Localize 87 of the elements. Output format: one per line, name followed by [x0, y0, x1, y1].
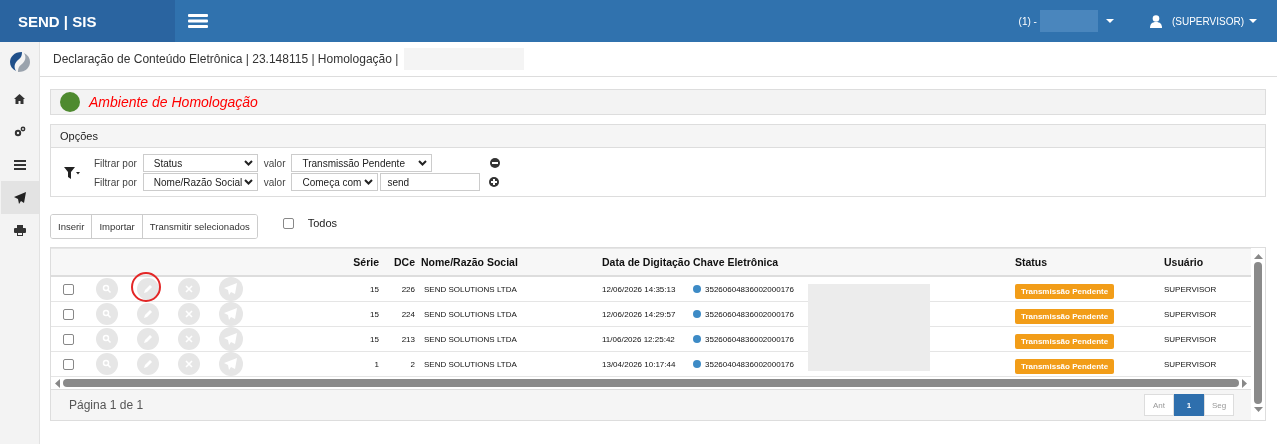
table-cell-text: SEND SOLUTIONS LTDA [423, 309, 518, 319]
arrow-left-icon[interactable] [55, 378, 60, 388]
toolbar-button[interactable]: Inserir [51, 215, 93, 238]
arrow-right-icon[interactable] [1242, 378, 1247, 388]
status-dot-icon [693, 335, 701, 343]
page-title: Declaração de Conteúdo Eletrônica | 23.148115 | Homologação | [53, 52, 399, 66]
column-header: Usuário [1163, 256, 1205, 268]
table-cell-text: SUPERVISOR [1163, 309, 1218, 319]
checkbox-label: Todos [307, 216, 338, 229]
page-info: Página 1 de 1 [69, 398, 144, 412]
user-icon[interactable] [1149, 14, 1162, 28]
table-cell-text: SUPERVISOR [1163, 284, 1218, 294]
table-cell-text: SEND SOLUTIONS LTDA [423, 359, 518, 369]
company-selector[interactable]: (1) - [1018, 15, 1037, 27]
operator-select[interactable]: Transmissão Pendente [291, 154, 433, 172]
status-badge: Transmissão Pendente [1015, 284, 1115, 299]
user-menu[interactable]: (SUPERVISOR) [1171, 15, 1244, 27]
status-dot-icon [693, 285, 701, 293]
filter-label: Filtrar por [94, 176, 137, 188]
status-badge: Transmissão Pendente [1015, 334, 1115, 349]
list-icon[interactable] [13, 159, 26, 170]
row-checkbox[interactable] [63, 283, 74, 295]
table-cell-text: 2 [409, 359, 415, 369]
column-header: DCe [393, 256, 415, 268]
table-cell-text: 15 [369, 334, 379, 344]
column-header: Nome/Razão Social [420, 256, 519, 268]
chevron-down-icon[interactable] [243, 160, 253, 166]
table-cell-text: 12/06/2026 14:35:13 [602, 284, 677, 294]
table-cell-text: SEND SOLUTIONS LTDA [423, 334, 518, 344]
column-header: Série [352, 256, 379, 268]
table-cell-text: SEND SOLUTIONS LTDA [423, 284, 518, 294]
pencil-icon[interactable] [137, 278, 159, 300]
table-cell: 35260404836002000176 [705, 359, 794, 369]
table-cell-text: 13/04/2026 10:17:44 [602, 359, 677, 369]
table-cell: 35260604836002000176 [705, 284, 794, 294]
brand-title: SEND | SIS [0, 0, 175, 42]
sidebar-item[interactable] [0, 181, 39, 214]
value-label: valor [263, 157, 286, 169]
environment-label: Ambiente de Homologação [89, 94, 258, 110]
status-badge: Transmissão Pendente [1015, 359, 1115, 374]
redacted-area [1039, 10, 1098, 32]
column-header: Data de Digitação [602, 256, 692, 268]
row-checkbox[interactable] [63, 358, 74, 370]
table-cell-text: 226 [400, 284, 415, 294]
value-label: valor [263, 176, 286, 188]
status-dot-icon [693, 360, 701, 368]
table-cell-text: 11/06/2026 12:25:42 [602, 334, 676, 344]
field-select[interactable]: Status [142, 154, 258, 172]
caret-icon[interactable] [1105, 19, 1114, 23]
pagination-button[interactable]: 1 [1174, 394, 1204, 416]
checkbox[interactable] [282, 218, 294, 229]
operator-select[interactable]: Começa com [291, 173, 379, 191]
printer-icon[interactable] [13, 225, 26, 236]
chevron-down-icon[interactable] [243, 179, 253, 185]
field-select[interactable]: Nome/Razão Social [142, 173, 258, 191]
value-input[interactable]: send [380, 173, 481, 191]
menu-icon[interactable] [188, 14, 208, 28]
arrow-up-icon[interactable] [1253, 254, 1263, 259]
column-header: Chave Eletrônica [693, 256, 780, 268]
chevron-down-icon[interactable] [418, 160, 428, 166]
table-cell-text: 224 [400, 309, 415, 319]
gears-icon[interactable] [13, 126, 26, 137]
column-header: Status [1014, 256, 1049, 268]
remove-icon[interactable] [490, 158, 501, 168]
table-cell-text: 1 [373, 359, 379, 369]
table-cell: 35260604836002000176 [705, 309, 794, 319]
table-cell-text: 12/06/2026 14:29:57 [602, 309, 677, 319]
chevron-down-icon[interactable] [364, 179, 374, 185]
table-cell-text: 15 [369, 284, 379, 294]
status-dot-icon [693, 310, 701, 318]
row-checkbox[interactable] [63, 333, 74, 345]
table-cell-text: SUPERVISOR [1163, 334, 1218, 344]
home-icon[interactable] [14, 93, 25, 104]
status-badge: Transmissão Pendente [1015, 309, 1115, 324]
filter-label: Filtrar por [94, 157, 137, 169]
caret-icon[interactable] [1249, 19, 1257, 23]
table-cell: 35260604836002000176 [705, 334, 794, 344]
table-cell-text: 213 [400, 334, 415, 344]
add-icon[interactable] [489, 177, 500, 187]
table-cell-text: 15 [369, 309, 379, 319]
paper-plane-icon[interactable] [13, 191, 26, 204]
filter-icon[interactable] [64, 166, 80, 179]
panel-title: Opções [60, 130, 98, 142]
row-checkbox[interactable] [63, 308, 74, 320]
arrow-down-icon[interactable] [1253, 407, 1263, 412]
table-cell-text: SUPERVISOR [1163, 359, 1218, 369]
logo-icon [7, 50, 32, 74]
